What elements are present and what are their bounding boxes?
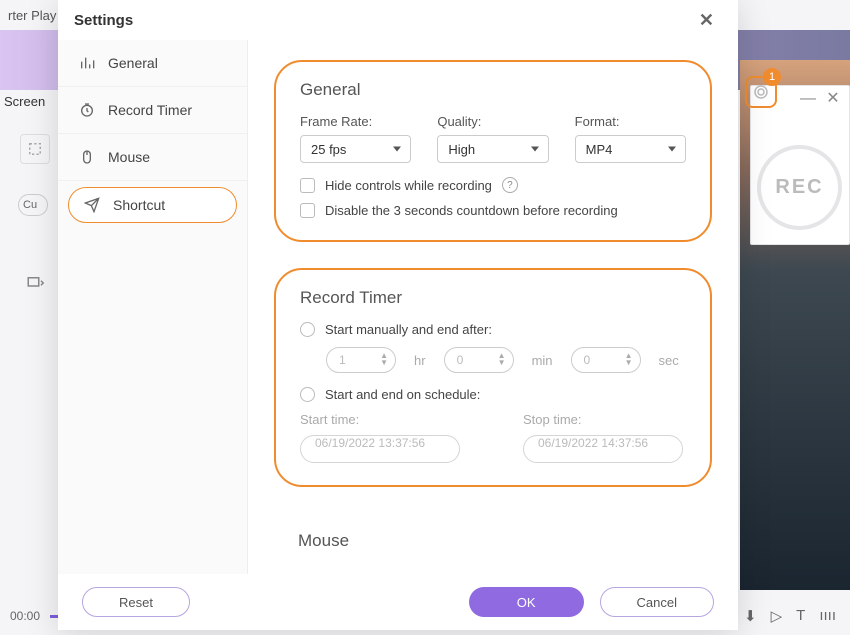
min-spinner[interactable]: 0▲▼ [444,347,514,373]
minimize-icon[interactable]: — [800,92,814,106]
record-timer-title: Record Timer [300,288,686,308]
chart-icon [78,54,96,72]
general-section: General Frame Rate: 25 fps Quality: High… [274,60,712,242]
frame-rate-select[interactable]: 25 fps [300,135,411,163]
export-icon[interactable] [20,268,50,298]
general-title: General [300,80,686,100]
crop-region-icon[interactable] [20,134,50,164]
manual-radio[interactable] [300,322,315,337]
cancel-button[interactable]: Cancel [600,587,714,617]
audio-wave-icon[interactable]: ıııı [819,607,836,625]
down-icon[interactable]: ⬇ [744,607,757,625]
close-icon[interactable]: ✕ [691,6,722,35]
cut-button[interactable]: Cu [18,194,48,216]
schedule-radio[interactable] [300,387,315,402]
sidebar-item-label: Mouse [108,149,150,165]
settings-content: General Frame Rate: 25 fps Quality: High… [248,40,738,574]
sidebar-item-label: Record Timer [108,102,192,118]
notification-badge-button[interactable]: 1 [745,76,777,108]
close-window-icon[interactable]: ✕ [826,92,840,106]
frame-rate-label: Frame Rate: [300,114,411,129]
ok-button[interactable]: OK [469,587,584,617]
screen-tab-label[interactable]: Screen [4,94,45,109]
timeline-time: 00:00 [0,609,50,623]
hr-spinner[interactable]: 1▲▼ [326,347,396,373]
bg-app-title: rter Play [0,0,64,30]
paper-plane-icon [83,196,101,214]
rec-button[interactable]: REC [757,145,842,230]
settings-sidebar: General Record Timer Mouse Shortcut [58,40,248,574]
hide-controls-label: Hide controls while recording [325,178,492,193]
badge-count: 1 [763,68,781,86]
format-select[interactable]: MP4 [575,135,686,163]
text-tool-icon[interactable]: T [796,607,805,625]
sidebar-item-label: General [108,55,158,71]
trim-icon[interactable]: ▷ [771,607,783,625]
start-time-input[interactable]: 06/19/2022 13:37:56 [300,435,460,463]
disable-countdown-label: Disable the 3 seconds countdown before r… [325,203,618,218]
sidebar-item-record-timer[interactable]: Record Timer [58,87,247,134]
sidebar-item-shortcut[interactable]: Shortcut [68,187,237,223]
clock-icon [78,101,96,119]
hide-controls-checkbox[interactable] [300,178,315,193]
stop-time-label: Stop time: [523,412,686,427]
modal-title: Settings [74,12,133,29]
start-time-label: Start time: [300,412,463,427]
schedule-label: Start and end on schedule: [325,387,480,402]
reset-button[interactable]: Reset [82,587,190,617]
record-timer-section: Record Timer Start manually and end afte… [274,268,712,487]
modal-footer: Reset OK Cancel [58,574,738,630]
quality-label: Quality: [437,114,548,129]
settings-modal: Settings ✕ General Record Timer Mous [58,0,738,630]
format-label: Format: [575,114,686,129]
stop-time-input[interactable]: 06/19/2022 14:37:56 [523,435,683,463]
sidebar-item-mouse[interactable]: Mouse [58,134,247,181]
sidebar-item-label: Shortcut [113,197,165,213]
mouse-title: Mouse [298,531,688,551]
disable-countdown-checkbox[interactable] [300,203,315,218]
sidebar-item-general[interactable]: General [58,40,247,87]
mouse-icon [78,148,96,166]
modal-header: Settings ✕ [58,0,738,40]
mouse-section: Mouse [274,513,712,551]
sec-spinner[interactable]: 0▲▼ [571,347,641,373]
manual-label: Start manually and end after: [325,322,492,337]
quality-select[interactable]: High [437,135,548,163]
help-icon[interactable]: ? [502,177,518,193]
